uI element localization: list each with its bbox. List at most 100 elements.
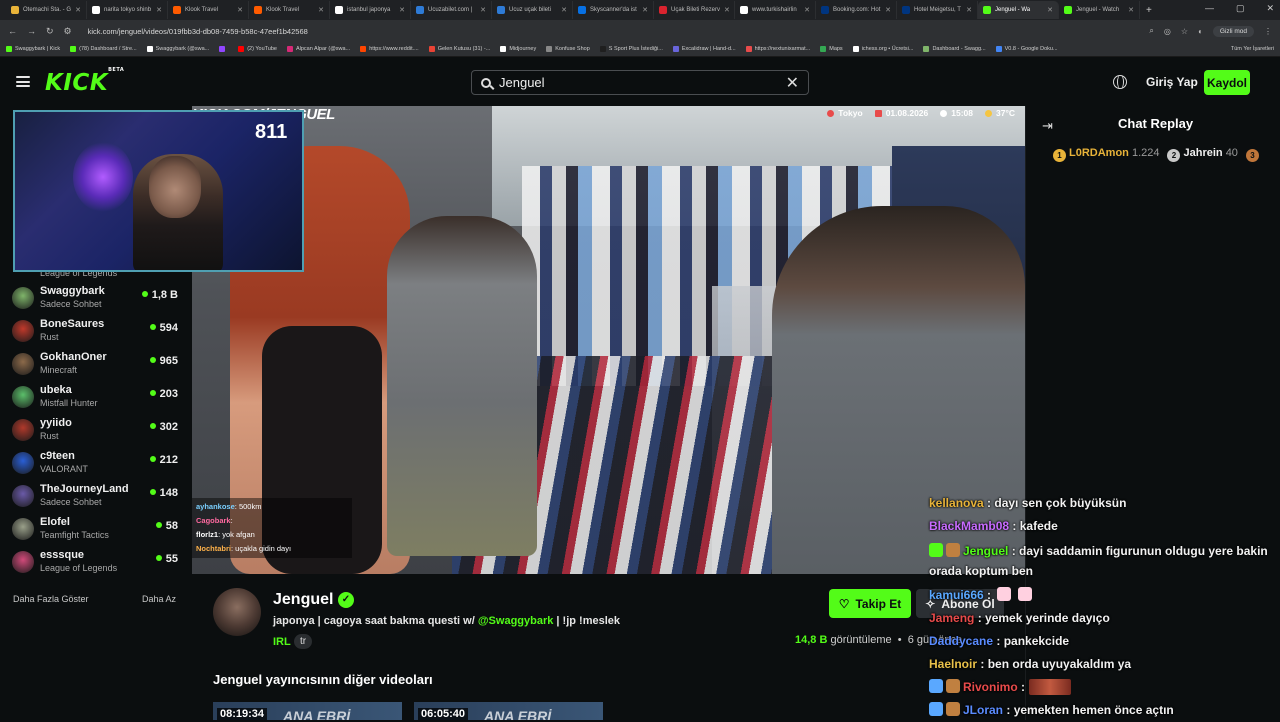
video-player[interactable]: KICK.COM/JENGUEL Tokyo 01.08.2026 15:08 … [192,106,1025,574]
close-tab-icon[interactable]: ✕ [480,6,486,14]
browser-tab[interactable]: istanbul japonya ✕ [330,1,411,19]
bookmark-item[interactable]: Swaggybark (@swa... [146,46,209,52]
eye-off-icon[interactable]: ◎ [1164,27,1171,36]
sidebar-channel-item[interactable]: c9teen VALORANT 212 [12,449,182,481]
chat-username[interactable]: Haelnoir [929,657,977,671]
sidebar-channel-item[interactable]: esssque League of Legends 55 [12,548,182,580]
browser-tab[interactable]: narita tokyo shinb ✕ [87,1,168,19]
clear-search-icon[interactable]: ✕ [786,73,799,93]
bookmark-item[interactable]: Konfuse Shop [546,46,590,52]
close-tab-icon[interactable]: ✕ [804,6,810,14]
chat-username[interactable]: Jenguel [963,544,1008,558]
streamer-avatar[interactable] [213,588,261,636]
category-link[interactable]: IRL [273,636,291,648]
close-tab-icon[interactable]: ✕ [724,6,730,14]
sidebar-channel-item[interactable]: ubeka Mistfall Hunter 203 [12,383,182,415]
close-tab-icon[interactable]: ✕ [885,6,891,14]
kick-logo[interactable]: KICKBETA [45,67,124,96]
browser-tab[interactable]: Uçak Bileti Rezerv ✕ [654,1,735,19]
bookmark-item[interactable] [219,46,228,52]
bookmark-item[interactable]: V0.8 - Google Doku... [995,46,1058,52]
streamer-name[interactable]: Jenguel [273,591,333,609]
browser-tab[interactable]: Otemachi Sta. - G ✕ [6,1,87,19]
site-info-icon[interactable]: ⚙ [64,26,72,37]
bookmark-item[interactable]: Dashboard - Swagg... [923,46,986,52]
bookmark-item[interactable]: Midjourney [500,46,536,52]
back-icon[interactable]: ← [8,26,17,36]
bookmark-item[interactable]: Gelen Kutusu (31) -... [428,46,490,52]
browser-tab[interactable]: Klook Travel ✕ [168,1,249,19]
browser-tab[interactable]: Jenguel - Wa ✕ [978,1,1059,19]
show-less-button[interactable]: Daha Az [142,594,176,604]
zoom-icon[interactable]: ⌕ [1149,26,1153,36]
bookmark-item[interactable]: Swaggybark | Kick [6,46,60,52]
bookmark-item[interactable]: ichess.org • Ücretsi... [852,46,913,52]
chat-username[interactable]: kamui666 [929,588,984,602]
search-bar[interactable]: Jenguel ✕ [471,70,809,95]
all-bookmarks-button[interactable]: Tüm Yer İşaretleri [1231,46,1280,52]
menu-dots-icon[interactable]: ⋮ [1264,27,1272,36]
login-button[interactable]: Giriş Yap [1146,75,1198,89]
sidebar-channel-item[interactable]: GokhanOner Minecraft 965 [12,350,182,382]
sidebar-channel-item[interactable]: Elofel Teamfight Tactics 58 [12,515,182,547]
browser-tab[interactable]: Ucuzabilet.com | ✕ [411,1,492,19]
leaderboard-entry[interactable]: 3 [1245,147,1262,162]
close-tab-icon[interactable]: ✕ [966,6,972,14]
chat-username[interactable]: Daddycane [929,634,993,648]
browser-tab[interactable]: Jenguel - Watch ✕ [1059,1,1140,19]
bookmark-item[interactable]: https://www.reddit.... [360,46,419,52]
chat-username[interactable]: Rivonimo [963,680,1018,694]
browser-tab[interactable]: Booking.com: Hot ✕ [816,1,897,19]
bookmark-item[interactable]: (2) YouTube [238,46,277,52]
show-more-button[interactable]: Daha Fazla Göster [13,594,89,604]
incognito-badge[interactable]: Gizli mod [1212,25,1254,37]
bookmark-item[interactable]: https://nextunixarmat... [745,46,810,52]
browser-tab[interactable]: Klook Travel ✕ [249,1,330,19]
close-window-icon[interactable]: ✕ [1266,3,1274,14]
bookmark-item[interactable]: Excalidraw | Hand-d... [672,46,736,52]
sidebar-channel-item[interactable]: yyiido Rust 302 [12,416,182,448]
minimize-icon[interactable]: — [1205,3,1214,14]
sidebar-channel-item[interactable]: BoneSaures Rust 594 [12,317,182,349]
bookmark-item[interactable]: Maps [820,46,843,52]
close-tab-icon[interactable]: ✕ [399,6,405,14]
url-field[interactable]: kick.com/jenguel/videos/019fbb3d-db08-74… [88,27,308,36]
mention-link[interactable]: @Swaggybark [478,615,554,627]
chat-username[interactable]: Jameng [929,611,974,625]
browser-tab[interactable]: Hotel Meigetsu, T ✕ [897,1,978,19]
close-tab-icon[interactable]: ✕ [1128,6,1134,14]
leaderboard-entry[interactable]: 2 Jahrein 40 [1167,147,1238,162]
browser-tab[interactable]: www.turkishairlin ✕ [735,1,816,19]
hamburger-menu-icon[interactable] [16,76,30,87]
close-tab-icon[interactable]: ✕ [237,6,243,14]
bookmark-item[interactable]: Alpcan Alpar (@swa... [286,46,350,52]
bookmark-item[interactable]: (78) Dashboard / Stre... [70,46,137,52]
language-globe-icon[interactable] [1113,74,1127,89]
leaderboard-entry[interactable]: 1 L0RDAmon 1.224 [1053,147,1159,162]
bookmark-item[interactable]: S Sport Plus İstediği... [599,46,663,52]
sidebar-channel-item[interactable]: TheJourneyLand Sadece Sohbet 148 [12,482,182,514]
chat-username[interactable]: kellanova [929,496,984,510]
reload-icon[interactable]: ↻ [46,26,54,37]
video-thumbnail[interactable]: 06:05:40 ANA EBRİ [414,702,603,720]
signup-button[interactable]: Kaydol [1204,70,1250,95]
close-tab-icon[interactable]: ✕ [75,6,81,14]
search-input[interactable]: Jenguel [499,75,545,90]
follow-button[interactable]: ♡ Takip Et [829,589,911,618]
browser-tab[interactable]: Ucuz uçak bileti ✕ [492,1,573,19]
close-tab-icon[interactable]: ✕ [156,6,162,14]
forward-icon[interactable]: → [27,26,36,36]
video-thumbnail[interactable]: 08:19:34 ANA EBRİ [213,702,402,720]
chat-username[interactable]: BlackMamb08 [929,519,1009,533]
close-tab-icon[interactable]: ✕ [642,6,648,14]
close-tab-icon[interactable]: ✕ [1047,6,1053,14]
chat-username[interactable]: JLoran [963,703,1003,717]
close-tab-icon[interactable]: ✕ [561,6,567,14]
new-tab-icon[interactable]: + [1146,5,1152,16]
browser-tab[interactable]: Skyscanner'da ist ✕ [573,1,654,19]
sidebar-channel-item[interactable]: Swaggybark Sadece Sohbet 1,8 B [12,284,182,316]
collapse-chat-icon[interactable]: ⇥ [1042,118,1053,134]
profile-icon[interactable]: ◐ [1198,27,1203,36]
language-tag[interactable]: tr [294,634,313,649]
maximize-icon[interactable]: ▢ [1236,3,1245,14]
